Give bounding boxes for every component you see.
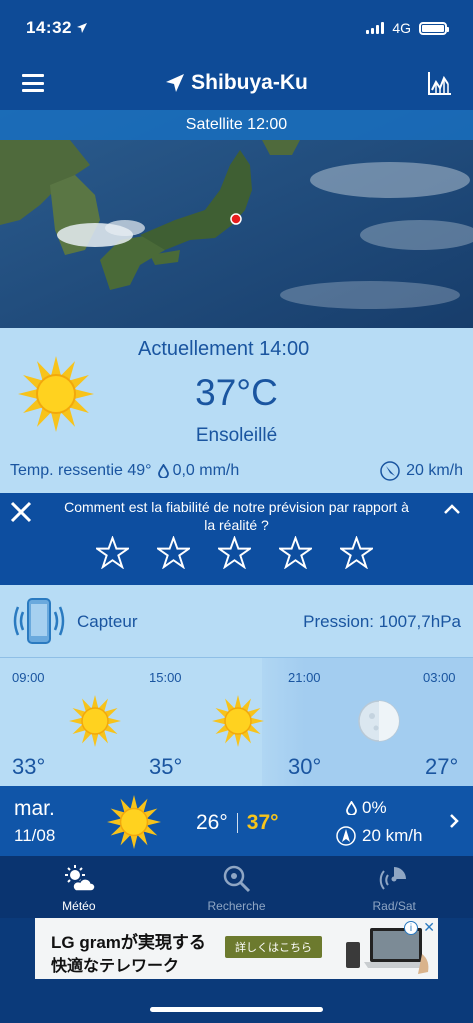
ad-cta-button[interactable]: 詳しくはこちら — [225, 936, 322, 958]
chart-icon[interactable] — [427, 70, 453, 96]
satellite-image — [0, 110, 473, 328]
chevron-up-icon[interactable] — [443, 503, 461, 515]
divider — [236, 813, 238, 833]
sensor-label: Capteur — [77, 612, 138, 631]
hour-time: 15:00 — [149, 670, 182, 685]
tab-label: Recherche — [207, 899, 266, 913]
hour-time: 09:00 — [12, 670, 45, 685]
tab-meteo[interactable]: Météo — [0, 856, 158, 918]
current-condition: Ensoleillé — [195, 425, 278, 446]
current-time-title: Actuellement 14:00 — [138, 338, 310, 360]
phone-sensor-icon — [13, 598, 65, 644]
menu-icon[interactable] — [22, 74, 44, 92]
radar-icon — [379, 867, 407, 890]
current-weather-panel: Actuellement 14:00 37°C Ensoleillé Temp.… — [0, 328, 473, 493]
star-4-icon[interactable] — [279, 536, 312, 569]
tab-recherche[interactable]: Recherche — [158, 856, 316, 918]
wind-direction-icon — [380, 461, 400, 481]
hour-temp: 30° — [288, 754, 322, 779]
laptop-image — [346, 928, 429, 974]
rain-probability: 0% — [346, 798, 387, 818]
max-temp: 37° — [246, 811, 279, 834]
satellite-map[interactable]: Satellite 12:00 — [0, 110, 473, 328]
rating-stars — [96, 536, 373, 569]
tab-bar: Météo Recherche Rad/Sat — [0, 856, 473, 918]
network-label: 4G — [392, 20, 411, 36]
location-arrow-icon — [76, 23, 87, 33]
hour-temp: 35° — [149, 754, 183, 779]
sensor-row[interactable]: Capteur Pression: 1007,7hPa — [0, 585, 473, 658]
star-5-icon[interactable] — [340, 536, 373, 569]
ad-headline: LG gramが実現する — [51, 933, 206, 952]
weather-icon — [64, 865, 95, 892]
raindrop-icon — [157, 464, 169, 478]
rain-probability-value: 0% — [362, 798, 387, 817]
feedback-banner: Comment est la fiabilité de notre prévis… — [0, 493, 473, 585]
ad-close-icon[interactable]: ✕ — [423, 919, 435, 936]
tab-label: Météo — [62, 899, 96, 913]
sun-icon — [212, 695, 264, 747]
navigation-arrow-icon — [166, 74, 185, 92]
location-marker — [230, 213, 242, 225]
search-icon — [223, 865, 250, 893]
day-wind-value: 20 km/h — [362, 826, 423, 845]
chevron-right-icon — [450, 814, 459, 828]
satellite-time-label: Satellite 12:00 — [0, 110, 473, 140]
signal-icon — [366, 22, 385, 34]
hour-time: 03:00 — [423, 670, 456, 685]
star-3-icon[interactable] — [218, 536, 251, 569]
wind-speed: 20 km/h — [406, 462, 463, 479]
sun-icon — [69, 695, 121, 747]
day-date: 11/08 — [14, 826, 56, 845]
day-name: mar. — [14, 797, 55, 820]
app-header: Shibuya-Ku — [0, 56, 473, 110]
ad-subline: 快適なテレワーク — [51, 958, 180, 975]
city-name: Shibuya-Ku — [191, 71, 308, 94]
star-1-icon[interactable] — [96, 536, 129, 569]
feedback-question: Comment est la fiabilité de notre prévis… — [64, 499, 409, 533]
status-bar: 14:32 4G — [0, 0, 473, 56]
precipitation: 0,0 mm/h — [172, 462, 240, 479]
feels-like: Temp. ressentie 49° — [10, 462, 152, 479]
day-wind: 20 km/h — [336, 826, 422, 846]
hour-temp: 33° — [12, 754, 46, 779]
moon-icon — [358, 700, 400, 742]
day-temperatures: 26° 37° — [196, 811, 279, 835]
close-icon[interactable] — [8, 499, 34, 525]
raindrop-icon — [346, 801, 357, 815]
tab-label: Rad/Sat — [372, 899, 416, 913]
tab-radsat[interactable]: Rad/Sat — [315, 856, 473, 918]
status-time: 14:32 — [26, 18, 72, 37]
pressure-value: Pression: 1007,7hPa — [303, 612, 461, 631]
location-title[interactable]: Shibuya-Ku — [165, 71, 308, 95]
current-temperature: 37°C — [195, 372, 278, 413]
battery-icon — [419, 21, 449, 35]
min-temp: 26° — [196, 811, 228, 834]
ad-info-icon[interactable]: i — [404, 921, 418, 935]
hour-time: 21:00 — [288, 670, 321, 685]
wind-direction-icon — [336, 826, 356, 846]
star-2-icon[interactable] — [157, 536, 190, 569]
ad-banner[interactable]: LG gramが実現する 快適なテレワーク 詳しくはこちら i ✕ — [35, 918, 438, 979]
hourly-forecast[interactable]: 09:00 33° 15:00 35° 21:00 30° 03:00 27° — [0, 658, 473, 786]
daily-forecast-row[interactable]: mar. 11/08 26° 37° 0% 20 km/h — [0, 786, 473, 856]
current-details: Temp. ressentie 49° 0,0 mm/h 20 km/h — [10, 461, 463, 481]
hour-temp: 27° — [425, 754, 459, 779]
sun-icon — [107, 795, 161, 849]
home-indicator — [150, 1007, 323, 1012]
